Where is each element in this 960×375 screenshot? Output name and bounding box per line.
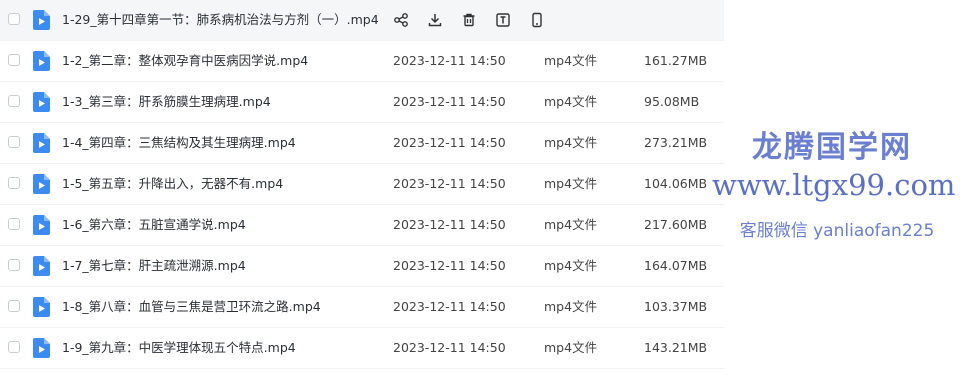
file-row[interactable]: 1-5_第五章：升降出入，无器不有.mp4 2023-12-11 14:50 mp4… [0,164,724,205]
row-checkbox[interactable] [8,300,20,312]
file-name[interactable]: 1-3_第三章：肝系筋膜生理病理.mp4 [62,82,271,122]
file-name[interactable]: 1-6_第六章：五脏宣通学说.mp4 [62,205,246,245]
video-file-icon [33,10,50,30]
video-file-icon [33,133,50,153]
file-type: mp4文件 [544,53,598,68]
file-name[interactable]: 1-9_第九章：中医学理体现五个特点.mp4 [62,328,296,368]
file-size: 104.06MB [644,176,708,191]
file-size: 103.37MB [644,299,708,314]
video-file-icon [33,338,50,358]
text-icon[interactable] [495,12,511,28]
file-size: 161.27MB [644,53,708,68]
file-size: 273.21MB [644,135,708,150]
row-checkbox[interactable] [8,13,20,25]
file-date: 2023-12-11 14:50 [393,135,506,150]
row-checkbox[interactable] [8,341,20,353]
watermark-contact: 客服微信 yanliaofan225 [739,221,935,241]
file-date: 2023-12-11 14:50 [393,176,506,191]
file-name[interactable]: 1-8_第八章：血管与三焦是营卫环流之路.mp4 [62,287,321,327]
file-name[interactable]: 1-7_第七章：肝主疏泄溯源.mp4 [62,246,246,286]
file-type: mp4文件 [544,217,598,232]
watermark-url: www.ltgx99.com [712,168,956,202]
file-row[interactable]: 1-4_第四章：三焦结构及其生理病理.mp4 2023-12-11 14:50 mp… [0,123,724,164]
video-file-icon [33,92,50,112]
video-file-icon [33,51,50,71]
row-checkbox[interactable] [8,259,20,271]
file-row[interactable]: 1-29_第十四章第一节：肺系病机治法与方剂（一）.mp4 [0,0,724,41]
file-size: 164.07MB [644,258,708,273]
file-list: 1-29_第十四章第一节：肺系病机治法与方剂（一）.mp4 1-2_第二章：整体观… [0,0,724,369]
file-date: 2023-12-11 14:50 [393,258,506,273]
file-size: 143.21MB [644,340,708,355]
file-date: 2023-12-11 14:50 [393,299,506,314]
file-size: 95.08MB [644,94,700,109]
share-icon[interactable] [393,12,409,28]
file-type: mp4文件 [544,135,598,150]
file-type: mp4文件 [544,176,598,191]
row-checkbox[interactable] [8,218,20,230]
file-date: 2023-12-11 14:50 [393,94,506,109]
download-icon[interactable] [427,12,443,28]
file-name[interactable]: 1-2_第二章：整体观孕育中医病因学说.mp4 [62,41,308,81]
video-file-icon [33,256,50,276]
file-type: mp4文件 [544,340,598,355]
file-type: mp4文件 [544,258,598,273]
file-row[interactable]: 1-9_第九章：中医学理体现五个特点.mp4 2023-12-11 14:50 mp… [0,328,724,369]
video-file-icon [33,297,50,317]
file-name[interactable]: 1-5_第五章：升降出入，无器不有.mp4 [62,164,283,204]
video-file-icon [33,215,50,235]
file-size: 217.60MB [644,217,708,232]
row-checkbox[interactable] [8,177,20,189]
file-row[interactable]: 1-7_第七章：肝主疏泄溯源.mp4 2023-12-11 14:50 mp4文件 1… [0,246,724,287]
delete-icon[interactable] [461,12,477,28]
row-checkbox[interactable] [8,54,20,66]
file-date: 2023-12-11 14:50 [393,217,506,232]
file-name[interactable]: 1-4_第四章：三焦结构及其生理病理.mp4 [62,123,296,163]
file-date: 2023-12-11 14:50 [393,53,506,68]
file-date: 2023-12-11 14:50 [393,340,506,355]
file-row[interactable]: 1-6_第六章：五脏宣通学说.mp4 2023-12-11 14:50 mp4文件 2… [0,205,724,246]
file-type: mp4文件 [544,299,598,314]
watermark-title: 龙腾国学网 [752,130,912,165]
file-type: mp4文件 [544,94,598,109]
mobile-icon[interactable] [529,12,545,28]
file-name[interactable]: 1-29_第十四章第一节：肺系病机治法与方剂（一）.mp4 [62,0,379,40]
file-row[interactable]: 1-3_第三章：肝系筋膜生理病理.mp4 2023-12-11 14:50 mp4文… [0,82,724,123]
file-row[interactable]: 1-2_第二章：整体观孕育中医病因学说.mp4 2023-12-11 14:50 m… [0,41,724,82]
row-checkbox[interactable] [8,95,20,107]
video-file-icon [33,174,50,194]
file-row[interactable]: 1-8_第八章：血管与三焦是营卫环流之路.mp4 2023-12-11 14:50… [0,287,724,328]
row-checkbox[interactable] [8,136,20,148]
